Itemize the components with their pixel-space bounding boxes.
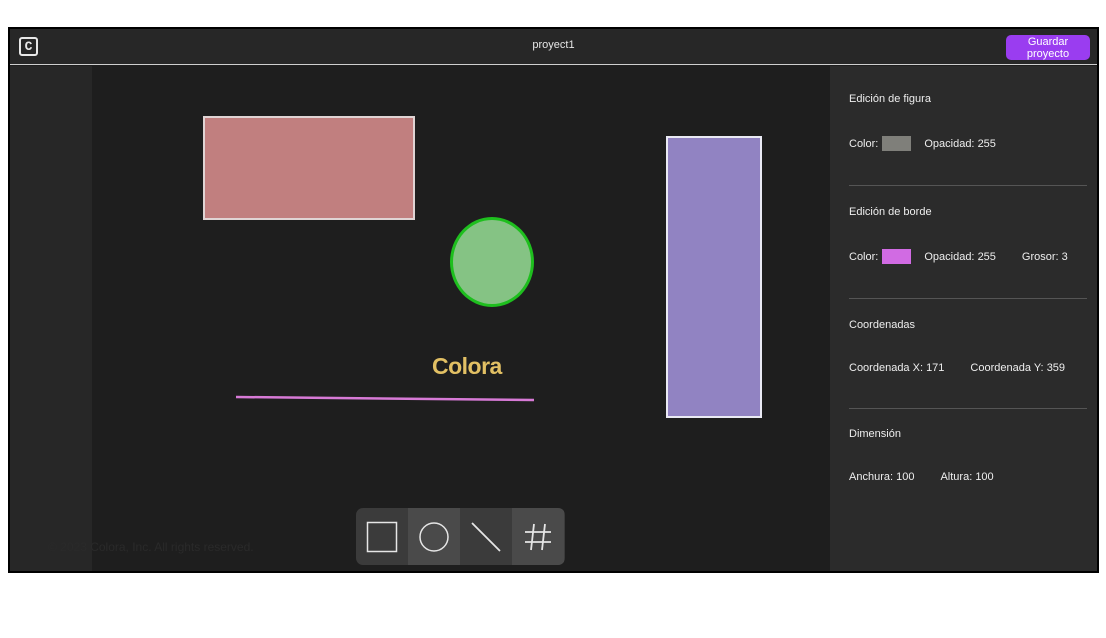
properties-panel: Edición de figura Color: Opacidad: 255 E… xyxy=(830,66,1097,571)
text-tool-button[interactable] xyxy=(512,508,564,565)
square-icon xyxy=(366,521,398,552)
border-opacity-value[interactable]: 255 xyxy=(978,251,996,263)
rectangle-tool-button[interactable] xyxy=(356,508,408,565)
dimension-section-title: Dimensión xyxy=(849,428,901,440)
divider xyxy=(849,185,1087,186)
top-bar: C proyect1 Guardar proyecto xyxy=(10,29,1097,65)
coords-row: Coordenada X: 171 Coordenada Y: 359 xyxy=(849,362,1065,374)
border-section-title: Edición de borde xyxy=(849,206,932,218)
circle-icon xyxy=(419,521,449,552)
figure-section-title: Edición de figura xyxy=(849,93,931,105)
coord-x-label: Coordenada X: xyxy=(849,362,923,374)
border-color-label: Color: xyxy=(849,250,879,263)
figure-opacity-label: Opacidad: xyxy=(924,137,975,150)
circle-tool-button[interactable] xyxy=(408,508,460,565)
figure-opacity-value[interactable]: 255 xyxy=(978,138,996,150)
border-opacity-label: Opacidad: xyxy=(924,250,975,263)
border-color-swatch[interactable] xyxy=(882,249,912,264)
coord-y-label: Coordenada Y: xyxy=(970,362,1044,374)
left-sidebar xyxy=(10,66,92,571)
figure-color-label: Color: xyxy=(849,137,879,150)
border-thickness-value[interactable]: 3 xyxy=(1062,251,1068,263)
coords-section-title: Coordenadas xyxy=(849,319,916,331)
border-color-row: Color: Opacidad: 255 Grosor: 3 xyxy=(849,249,1068,264)
canvas-line-shape[interactable] xyxy=(92,66,830,571)
width-value[interactable]: 100 xyxy=(896,471,914,483)
dimension-row: Anchura: 100 Altura: 100 xyxy=(849,471,994,483)
border-thickness-label: Grosor: xyxy=(1021,250,1059,263)
line-icon xyxy=(471,521,501,552)
shape-toolbar xyxy=(356,508,565,565)
app-window: C proyect1 Guardar proyecto Colora © 202… xyxy=(8,27,1099,573)
drawing-canvas[interactable]: Colora © 2023 Colora, Inc. All rights re… xyxy=(48,66,830,571)
footer-copyright: © 2023 Colora, Inc. All rights reserved. xyxy=(48,540,254,554)
divider xyxy=(849,298,1087,299)
hash-icon xyxy=(525,523,551,550)
height-value[interactable]: 100 xyxy=(975,471,993,483)
project-title: proyect1 xyxy=(532,39,575,51)
coord-y-value[interactable]: 359 xyxy=(1047,362,1065,374)
line-tool-button[interactable] xyxy=(460,508,512,565)
coord-x-value[interactable]: 171 xyxy=(926,362,944,374)
width-label: Anchura: xyxy=(849,471,894,483)
figure-color-swatch[interactable] xyxy=(882,136,912,151)
divider xyxy=(849,408,1087,409)
save-project-button[interactable]: Guardar proyecto xyxy=(1006,35,1090,60)
figure-color-row: Color: Opacidad: 255 xyxy=(849,136,996,151)
height-label: Altura: xyxy=(940,471,973,483)
